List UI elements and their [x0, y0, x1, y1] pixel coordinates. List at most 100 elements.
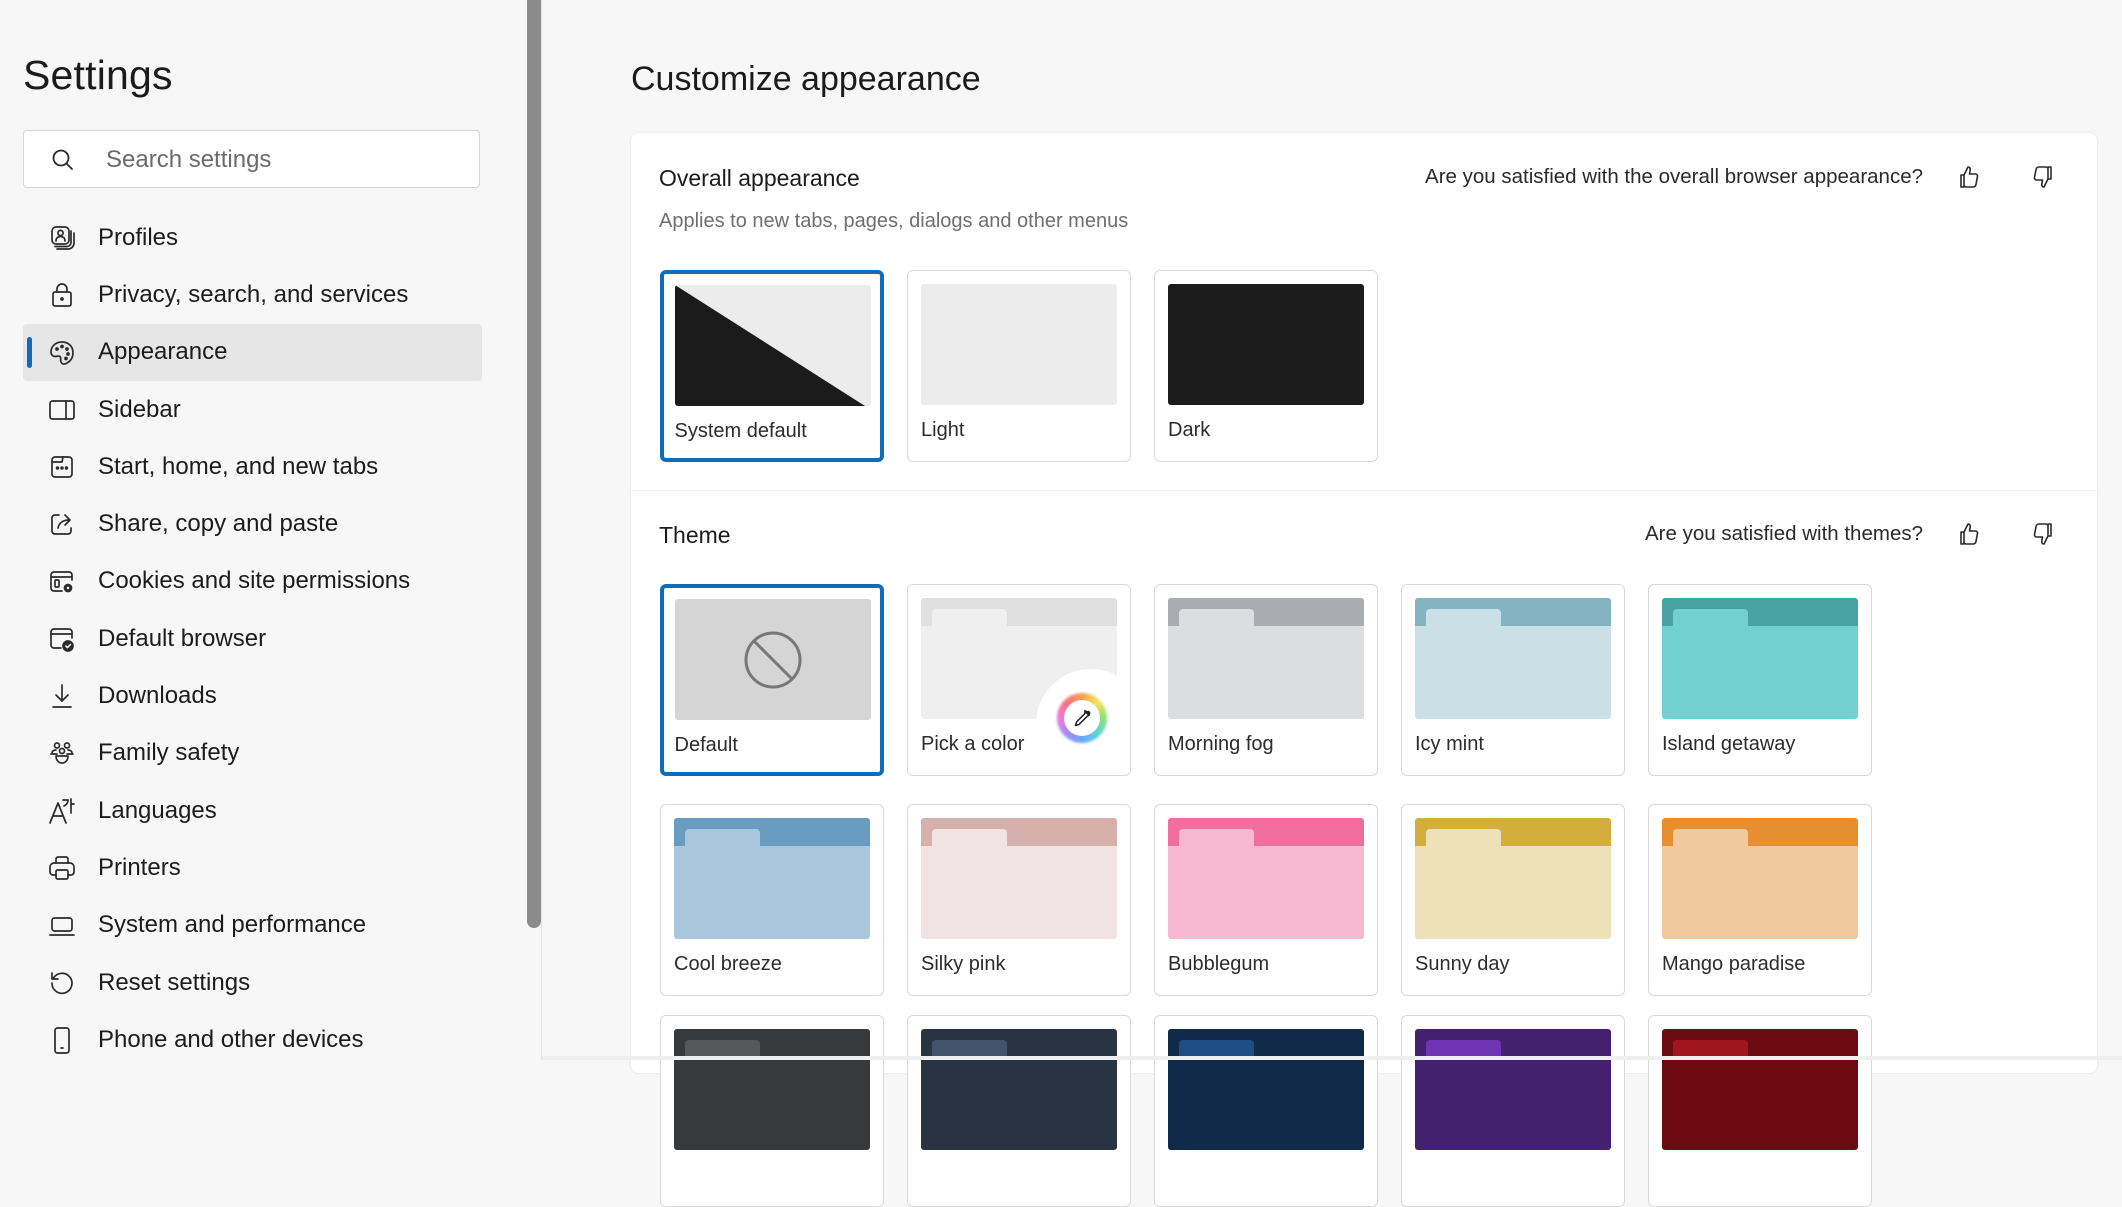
share-icon: [47, 509, 77, 539]
theme-option-icy-mint[interactable]: Icy mint: [1401, 584, 1625, 776]
theme-option-default[interactable]: Default: [660, 584, 884, 776]
cookies-permissions-icon: [47, 567, 77, 597]
folder-body: [1168, 626, 1364, 719]
folder-tab: [1179, 609, 1254, 629]
theme-preview: [1168, 1029, 1364, 1150]
thumbs-up-button[interactable]: [1949, 157, 1989, 197]
sidebar-item-label: Profiles: [98, 223, 179, 251]
sidebar-scrollbar[interactable]: [527, 0, 541, 928]
overall-appearance-subtitle: Applies to new tabs, pages, dialogs and …: [659, 210, 1129, 232]
appearance-option-system-default[interactable]: System default: [660, 270, 884, 462]
theme-heading: Theme: [659, 522, 731, 548]
thumbs-down-icon: [2033, 166, 2052, 188]
color-picker-button[interactable]: [1064, 700, 1100, 736]
download-icon: [47, 681, 77, 711]
overall-feedback: Are you satisfied with the overall brows…: [1425, 157, 2097, 197]
theme-preview: [1415, 598, 1611, 719]
thumbs-up-icon: [1960, 523, 1979, 545]
printer-icon: [47, 853, 77, 883]
thumbs-down-button[interactable]: [2023, 514, 2063, 554]
tile-label: Morning fog: [1168, 733, 1274, 755]
sidebar-item-reset[interactable]: Reset settings: [23, 954, 482, 1011]
sidebar-item-cookies[interactable]: Cookies and site permissions: [23, 553, 482, 610]
dark-preview: [1168, 284, 1364, 405]
system-default-swatch: [674, 284, 865, 406]
appearance-option-light[interactable]: Light: [907, 270, 1131, 462]
theme-option-sunny-day[interactable]: Sunny day: [1401, 804, 1625, 996]
tile-label: System default: [674, 419, 807, 442]
sidebar-item-system[interactable]: System and performance: [23, 897, 482, 954]
sidebar-item-printers[interactable]: Printers: [23, 839, 482, 896]
theme-preview: [1415, 818, 1611, 939]
sidebar-item-label: Privacy, search, and services: [98, 280, 409, 308]
theme-feedback: Are you satisfied with themes?: [1645, 514, 2097, 554]
folder-tab: [685, 829, 760, 849]
sidebar-item-label: Downloads: [98, 682, 217, 710]
sidebar-item-languages[interactable]: Languages: [23, 782, 482, 839]
sidebar-item-start-home[interactable]: Start, home, and new tabs: [23, 438, 482, 495]
default-browser-icon: [47, 624, 77, 654]
theme-option-dark-theme-1[interactable]: [660, 1015, 884, 1207]
tile-label: Island getaway: [1662, 733, 1796, 755]
theme-option-pick-a-color[interactable]: Pick a color: [907, 584, 1131, 776]
settings-nav: Profiles Privacy, search, and services A…: [23, 209, 482, 1068]
thumbs-up-button[interactable]: [1949, 514, 1989, 554]
tile-label: Light: [921, 419, 965, 441]
theme-preview: [921, 1029, 1117, 1150]
theme-feedback-question: Are you satisfied with themes?: [1644, 522, 1923, 545]
sidebar-item-label: Start, home, and new tabs: [98, 452, 379, 480]
tile-label: Dark: [1168, 419, 1211, 441]
folder-body: [674, 846, 870, 939]
sidebar-item-appearance[interactable]: Appearance: [23, 323, 482, 381]
search-icon: [52, 149, 73, 170]
folder-body: [1415, 1057, 1611, 1150]
folder-tab: [1426, 609, 1501, 629]
tile-label: Sunny day: [1415, 953, 1510, 975]
theme-option-silky-pink[interactable]: Silky pink: [907, 804, 1131, 996]
profiles-icon: [47, 223, 77, 253]
light-preview: [921, 284, 1117, 405]
folder-body: [1662, 626, 1858, 719]
sidebar-item-downloads[interactable]: Downloads: [23, 667, 482, 724]
sidebar-item-label: Phone and other devices: [98, 1025, 364, 1053]
overall-appearance-heading: Overall appearance: [659, 165, 860, 191]
default-theme-preview: [674, 598, 871, 720]
languages-icon: [47, 796, 77, 826]
sidebar-item-default-browser[interactable]: Default browser: [23, 610, 482, 667]
theme-preview: [1415, 1029, 1611, 1150]
folder-tab: [1673, 609, 1748, 629]
folder-body: [1168, 1057, 1364, 1150]
sidebar-item-profiles[interactable]: Profiles: [23, 209, 482, 266]
settings-title: Settings: [23, 52, 173, 98]
sidebar-item-label: Share, copy and paste: [98, 510, 339, 538]
theme-option-dark-theme-5[interactable]: [1648, 1015, 1872, 1207]
family-icon: [47, 739, 77, 769]
theme-option-dark-theme-4[interactable]: [1401, 1015, 1625, 1207]
folder-tab: [1426, 829, 1501, 849]
search-input[interactable]: [104, 131, 468, 189]
sidebar-item-share[interactable]: Share, copy and paste: [23, 495, 482, 552]
theme-option-island-getaway[interactable]: Island getaway: [1648, 584, 1872, 776]
overall-feedback-question: Are you satisfied with the overall brows…: [1425, 165, 1923, 188]
theme-option-dark-theme-2[interactable]: [907, 1015, 1131, 1207]
theme-option-bubblegum[interactable]: Bubblegum: [1154, 804, 1378, 996]
sidebar-item-sidebar[interactable]: Sidebar: [23, 381, 482, 438]
sidebar-item-privacy[interactable]: Privacy, search, and services: [23, 266, 482, 323]
theme-option-morning-fog[interactable]: Morning fog: [1154, 584, 1378, 776]
theme-option-mango-paradise[interactable]: Mango paradise: [1648, 804, 1872, 996]
theme-option-cool-breeze[interactable]: Cool breeze: [660, 804, 884, 996]
theme-option-dark-theme-3[interactable]: [1154, 1015, 1378, 1207]
tile-label: Cool breeze: [674, 953, 782, 975]
folder-tab: [1673, 829, 1748, 849]
sidebar-item-family-safety[interactable]: Family safety: [23, 725, 482, 782]
folder-body: [1415, 626, 1611, 719]
theme-preview: [1168, 598, 1364, 719]
sidebar-item-label: Reset settings: [98, 968, 251, 996]
appearance-option-dark[interactable]: Dark: [1154, 270, 1378, 462]
folder-body: [1168, 846, 1364, 939]
thumbs-down-button[interactable]: [2023, 157, 2063, 197]
appearance-card: Overall appearance Applies to new tabs, …: [631, 133, 2097, 1207]
search-box[interactable]: [23, 130, 480, 189]
thumbs-down-icon: [2033, 523, 2052, 545]
system-default-preview: [674, 284, 871, 406]
